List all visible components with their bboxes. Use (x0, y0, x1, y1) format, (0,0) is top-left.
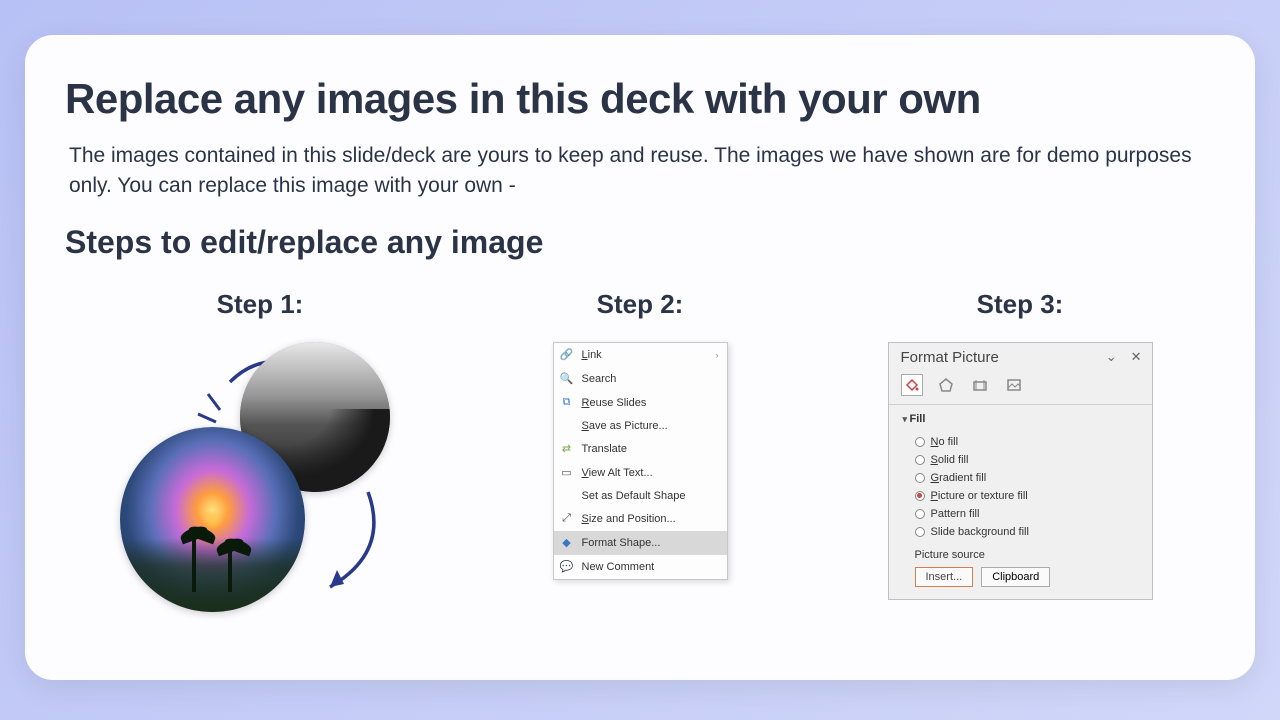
radio-picture-fill[interactable]: Picture or texture fill (903, 487, 1138, 505)
pentagon-icon (938, 377, 954, 393)
step-3-label: Step 3: (977, 289, 1064, 320)
menu-label: Size and Position... (582, 513, 676, 525)
radio-label: Solid fill (931, 454, 969, 466)
translate-icon: ⇄ (560, 442, 574, 456)
step-1-illustration (120, 342, 400, 612)
paint-bucket-icon (904, 377, 920, 393)
insert-button[interactable]: Insert... (915, 567, 974, 587)
panel-title: Format Picture (901, 349, 999, 366)
menu-item-search[interactable]: 🔍 Search (554, 367, 727, 391)
step-2: Step 2: 🔗 Link › 🔍 Search ⧉ Reuse Slides… (465, 289, 815, 612)
menu-label: Set as Default Shape (582, 490, 686, 502)
radio-icon (915, 455, 925, 465)
radio-icon (915, 509, 925, 519)
context-menu: 🔗 Link › 🔍 Search ⧉ Reuse Slides Save as… (553, 342, 728, 580)
tab-size[interactable] (969, 374, 991, 396)
radio-icon (915, 473, 925, 483)
submenu-arrow-icon: › (716, 350, 719, 360)
radio-icon (915, 437, 925, 447)
tab-picture[interactable] (1003, 374, 1025, 396)
radio-gradient-fill[interactable]: Gradient fill (903, 469, 1138, 487)
menu-item-save-as-picture[interactable]: Save as Picture... (554, 415, 727, 437)
menu-item-new-comment[interactable]: 💬 New Comment (554, 555, 727, 579)
radio-label: No fill (931, 436, 959, 448)
radio-label: Picture or texture fill (931, 490, 1028, 502)
step-1-label: Step 1: (217, 289, 304, 320)
menu-item-size-position[interactable]: ⤢ Size and Position... (554, 507, 727, 531)
radio-solid-fill[interactable]: Solid fill (903, 451, 1138, 469)
tab-fill[interactable] (901, 374, 923, 396)
comment-icon: 💬 (560, 560, 574, 574)
panel-tabs (889, 370, 1152, 405)
format-picture-panel: Format Picture ⌄ ✕ (888, 342, 1153, 600)
radio-label: Gradient fill (931, 472, 987, 484)
menu-label: Search (582, 373, 617, 385)
slide-card: Replace any images in this deck with you… (25, 35, 1255, 680)
menu-label: Reuse Slides (582, 397, 647, 409)
step-3: Step 3: Format Picture ⌄ ✕ (845, 289, 1195, 612)
menu-label: Link (582, 349, 602, 361)
close-icon[interactable]: ✕ (1131, 349, 1142, 365)
radio-icon (915, 491, 925, 501)
steps-row: Step 1: (65, 289, 1215, 612)
menu-label: Format Shape... (582, 537, 661, 549)
menu-item-translate[interactable]: ⇄ Translate (554, 437, 727, 461)
menu-label: Translate (582, 443, 627, 455)
format-shape-icon: ◆ (560, 536, 574, 550)
menu-label: View Alt Text... (582, 467, 653, 479)
chevron-down-icon[interactable]: ⌄ (1106, 349, 1117, 365)
radio-pattern-fill[interactable]: Pattern fill (903, 505, 1138, 523)
radio-label: Slide background fill (931, 526, 1029, 538)
menu-item-set-default-shape[interactable]: Set as Default Shape (554, 485, 727, 507)
step-2-label: Step 2: (597, 289, 684, 320)
clipboard-button[interactable]: Clipboard (981, 567, 1050, 587)
radio-no-fill[interactable]: No fill (903, 433, 1138, 451)
size-position-icon: ⤢ (560, 512, 574, 526)
step-1: Step 1: (85, 289, 435, 612)
menu-item-reuse-slides[interactable]: ⧉ Reuse Slides (554, 391, 727, 415)
description-text: The images contained in this slide/deck … (65, 141, 1215, 202)
menu-item-link[interactable]: 🔗 Link › (554, 343, 727, 367)
menu-label: New Comment (582, 561, 655, 573)
link-icon: 🔗 (560, 348, 574, 362)
menu-item-view-alt-text[interactable]: ▭ View Alt Text... (554, 461, 727, 485)
color-photo (120, 427, 305, 612)
fill-header[interactable]: Fill (903, 413, 1138, 425)
picture-source-label: Picture source (915, 549, 1138, 561)
reuse-slides-icon: ⧉ (560, 396, 574, 410)
picture-icon (1006, 377, 1022, 393)
picture-source-section: Picture source Insert... Clipboard (903, 541, 1138, 587)
fill-section: Fill No fill Solid fill Gradient fill (889, 405, 1152, 587)
size-icon (972, 377, 988, 393)
radio-slide-bg-fill[interactable]: Slide background fill (903, 523, 1138, 541)
search-icon: 🔍 (560, 372, 574, 386)
menu-label: Save as Picture... (582, 420, 668, 432)
steps-heading: Steps to edit/replace any image (65, 224, 1215, 261)
menu-item-format-shape[interactable]: ◆ Format Shape... (554, 531, 727, 555)
page-title: Replace any images in this deck with you… (65, 75, 1215, 123)
alt-text-icon: ▭ (560, 466, 574, 480)
radio-label: Pattern fill (931, 508, 980, 520)
radio-icon (915, 527, 925, 537)
tab-effects[interactable] (935, 374, 957, 396)
panel-header: Format Picture ⌄ ✕ (889, 343, 1152, 370)
